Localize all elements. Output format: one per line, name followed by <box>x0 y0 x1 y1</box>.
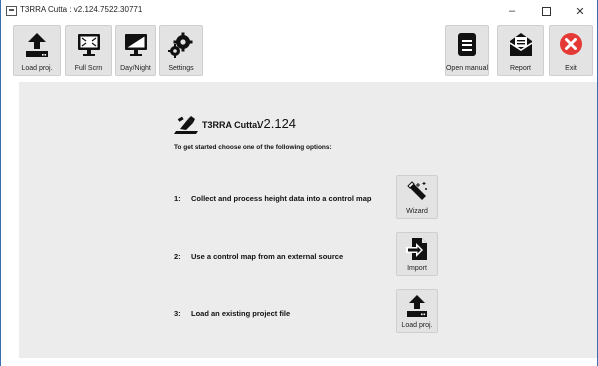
option-3-number: 3: <box>174 309 181 318</box>
load-project-option-button[interactable]: Load proj. <box>396 289 438 333</box>
maximize-button[interactable] <box>529 0 563 22</box>
open-manual-label: Open manual <box>445 65 489 72</box>
intro-text: To get started choose one of the followi… <box>174 144 332 151</box>
exit-button[interactable]: Exit <box>549 25 593 76</box>
load-project-button[interactable]: Load proj. <box>13 25 61 76</box>
option-1-number: 1: <box>174 194 181 203</box>
close-window-button[interactable]: ✕ <box>563 0 597 22</box>
upload-icon <box>26 33 48 57</box>
load-project-label: Load proj. <box>21 65 53 72</box>
app-window: T3RRA Cutta : v2.124.7522.30771 – ✕ Load… <box>0 0 598 366</box>
day-night-button[interactable]: Day/Night <box>115 25 156 76</box>
exit-label: Exit <box>565 65 577 72</box>
load-project-option-label: Load proj. <box>401 322 433 329</box>
day-night-label: Day/Night <box>120 65 151 72</box>
open-manual-button[interactable]: Open manual <box>445 25 489 76</box>
upload-icon <box>407 295 427 317</box>
report-button[interactable]: Report <box>497 25 544 76</box>
wizard-label: Wizard <box>406 208 428 215</box>
gears-icon <box>168 32 193 58</box>
fullscreen-monitor-icon <box>77 34 100 56</box>
window-title: T3RRA Cutta : v2.124.7522.30771 <box>20 5 143 14</box>
exit-x-icon <box>560 33 582 55</box>
option-3-text: Load an existing project file <box>191 309 291 318</box>
manual-icon <box>458 33 476 56</box>
import-label: Import <box>407 265 427 272</box>
maximize-icon <box>541 6 551 16</box>
minimize-button[interactable]: – <box>495 0 529 22</box>
brand-name: T3RRA Cutta: <box>202 120 261 130</box>
main-panel: T3RRA Cutta: v2.124 To get started choos… <box>19 82 597 358</box>
t3rra-logo-icon <box>174 116 198 134</box>
version-number: v2.124 <box>257 116 297 131</box>
full-screen-label: Full Scrn <box>74 65 103 72</box>
option-1-text: Collect and process height data into a c… <box>191 194 372 203</box>
import-button[interactable]: Import <box>396 232 438 276</box>
report-label: Report <box>509 65 531 72</box>
title-bar: T3RRA Cutta : v2.124.7522.30771 – ✕ <box>1 0 597 22</box>
day-night-monitor-icon <box>124 34 147 56</box>
option-2-number: 2: <box>174 252 181 261</box>
settings-label: Settings <box>168 65 194 72</box>
full-screen-button[interactable]: Full Scrn <box>65 25 112 76</box>
status-strip <box>1 358 597 366</box>
magic-wand-icon <box>407 181 427 200</box>
app-icon <box>6 6 17 16</box>
wizard-button[interactable]: Wizard <box>396 175 438 219</box>
import-file-icon <box>406 238 427 260</box>
settings-button[interactable]: Settings <box>159 25 203 76</box>
option-2-text: Use a control map from an external sourc… <box>191 252 344 261</box>
toolbar: Load proj. Full Scrn Day/Night Settings … <box>1 22 597 78</box>
report-envelope-icon <box>509 33 532 56</box>
